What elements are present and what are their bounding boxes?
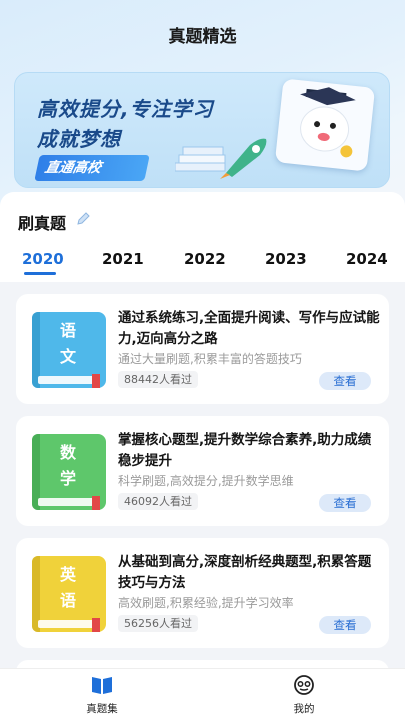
view-count: 88442人看过 (118, 371, 198, 388)
nav-item-question-sets[interactable]: 真题集 (72, 675, 132, 716)
banner-subheadline: 成就梦想 (37, 127, 121, 151)
card-title: 通过系统练习,全面提升阅读、写作与应试能力,迈向高分之路 (118, 310, 380, 347)
list-item[interactable]: 语文 通过系统练习,全面提升阅读、写作与应试能力,迈向高分之路 通过大量刷题,积… (16, 294, 389, 404)
book-label: 语文 (59, 321, 76, 366)
nav-item-profile[interactable]: 我的 (274, 675, 334, 716)
bottom-nav: 真题集 我的 (0, 668, 405, 720)
list-item[interactable]: 英语 从基础到高分,深度剖析经典题型,积累答题技巧与方法 高效刷题,积累经验,提… (16, 538, 389, 648)
rocket-icon (220, 138, 267, 179)
pencil-icon (77, 212, 90, 225)
nav-label: 真题集 (86, 703, 118, 715)
page-title: 真题精选 (168, 27, 237, 47)
card-subtitle: 科学刷题,高效提分,提升数学思维 (118, 474, 294, 488)
year-tabs: 2020 2021 2022 2023 2024 (0, 240, 405, 280)
banner-headline: 高效提分,专注学习 (37, 97, 214, 121)
list-item[interactable]: 数学 掌握核心题型,提升数学综合素养,助力成绩稳步提升 科学刷题,高效提分,提升… (16, 416, 389, 526)
face-icon (294, 675, 314, 695)
card-title: 从基础到高分,深度剖析经典题型,积累答题技巧与方法 (118, 554, 372, 591)
book-label: 英语 (59, 565, 76, 610)
active-tab-indicator (24, 272, 56, 275)
card-title: 掌握核心题型,提升数学综合素养,助力成绩稳步提升 (118, 432, 372, 469)
book-icon (92, 677, 112, 694)
tab-2021[interactable]: 2021 (102, 250, 144, 268)
math-book-icon: 数学 (32, 434, 106, 510)
card-subtitle: 高效刷题,积累经验,提升学习效率 (118, 596, 294, 610)
chinese-book-icon: 语文 (32, 312, 106, 388)
mascot-photo-frame (274, 78, 376, 172)
card-subtitle: 通过大量刷题,积累丰富的答题技巧 (118, 352, 302, 366)
tab-2024[interactable]: 2024 (346, 250, 388, 268)
card-list: 语文 通过系统练习,全面提升阅读、写作与应试能力,迈向高分之路 通过大量刷题,积… (0, 282, 405, 700)
english-book-icon: 英语 (32, 556, 106, 632)
section-title: 刷真题 (18, 214, 67, 233)
nav-label: 我的 (293, 703, 315, 715)
view-button[interactable]: 查看 (319, 616, 371, 634)
promo-banner[interactable]: 高效提分,专注学习 成就梦想 直通高校 (14, 72, 390, 188)
banner-tag: 直通高校 (34, 155, 150, 181)
tab-2023[interactable]: 2023 (265, 250, 307, 268)
view-button[interactable]: 查看 (319, 494, 371, 512)
book-label: 数学 (59, 443, 76, 488)
view-button[interactable]: 查看 (319, 372, 371, 390)
mascot-graduate-icon (300, 87, 356, 158)
tab-2022[interactable]: 2022 (184, 250, 226, 268)
view-count: 46092人看过 (118, 493, 198, 510)
view-count: 56256人看过 (118, 615, 198, 632)
tab-2020[interactable]: 2020 (22, 250, 64, 268)
